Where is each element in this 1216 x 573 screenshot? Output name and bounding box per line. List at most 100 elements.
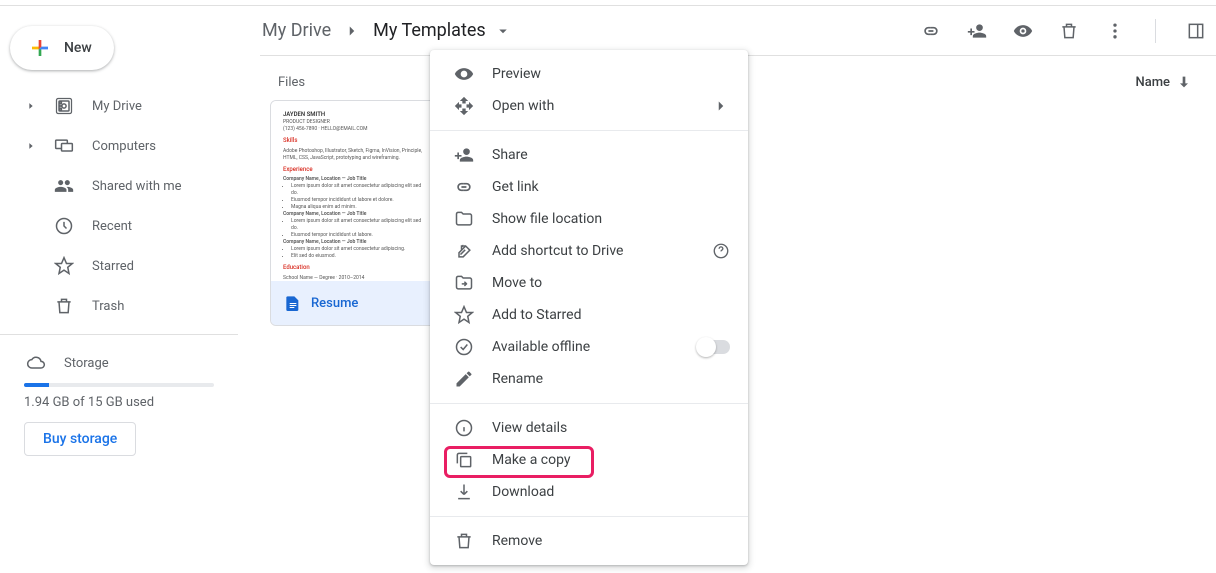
menu-label: Make a copy xyxy=(492,452,571,468)
menu-separator xyxy=(430,403,748,404)
divider xyxy=(0,334,238,335)
menu-label: Rename xyxy=(492,371,543,387)
menu-label: Show file location xyxy=(492,211,602,227)
sidebar-item-label: Computers xyxy=(92,139,156,154)
menu-label: Download xyxy=(492,484,554,500)
link-icon[interactable] xyxy=(921,21,941,41)
section-label: Files xyxy=(278,75,305,90)
sidebar-item-starred[interactable]: Starred xyxy=(0,246,238,286)
menu-label: Add shortcut to Drive xyxy=(492,243,623,259)
trash-icon xyxy=(454,531,474,551)
recent-icon xyxy=(54,216,74,236)
cloud-icon xyxy=(26,353,46,373)
preview-icon[interactable] xyxy=(1013,21,1033,41)
menu-label: Remove xyxy=(492,533,542,549)
file-footer: Resume xyxy=(271,281,439,325)
shortcut-icon xyxy=(454,241,474,261)
sidebar-item-shared[interactable]: Shared with me xyxy=(0,166,238,206)
info-icon xyxy=(454,418,474,438)
storage-bar xyxy=(24,383,214,387)
move-icon xyxy=(454,273,474,293)
menu-label: Share xyxy=(492,147,528,163)
person-add-icon[interactable] xyxy=(967,21,987,41)
menu-available-offline[interactable]: Available offline xyxy=(430,331,748,363)
open-with-icon xyxy=(454,96,474,116)
menu-label: Add to Starred xyxy=(492,307,581,323)
menu-label: Open with xyxy=(492,98,554,114)
breadcrumb-dropdown-icon[interactable] xyxy=(494,22,512,40)
link-icon xyxy=(454,177,474,197)
drive-icon xyxy=(54,96,74,116)
sort-label: Name xyxy=(1135,75,1170,90)
menu-rename[interactable]: Rename xyxy=(430,363,748,395)
menu-get-link[interactable]: Get link xyxy=(430,171,748,203)
sort-column[interactable]: Name xyxy=(1135,74,1192,90)
menu-move-to[interactable]: Move to xyxy=(430,267,748,299)
storage-used-text: 1.94 GB of 15 GB used xyxy=(0,395,238,410)
sidebar-item-label: My Drive xyxy=(92,99,142,114)
menu-separator xyxy=(430,516,748,517)
computers-icon xyxy=(54,136,74,156)
sidebar: New My Drive Computers Shared with me Re… xyxy=(0,6,238,573)
file-action-toolbar xyxy=(921,19,1206,43)
new-button-label: New xyxy=(64,40,92,56)
chevron-right-icon xyxy=(343,22,361,40)
breadcrumb-current[interactable]: My Templates xyxy=(371,16,488,45)
sidebar-item-my-drive[interactable]: My Drive xyxy=(0,86,238,126)
sidebar-item-recent[interactable]: Recent xyxy=(0,206,238,246)
menu-download[interactable]: Download xyxy=(430,476,748,508)
file-card-resume[interactable]: JAYDEN SMITH PRODUCT DESIGNER (123) 456-… xyxy=(270,100,440,326)
sidebar-item-label: Trash xyxy=(92,299,124,314)
menu-show-location[interactable]: Show file location xyxy=(430,203,748,235)
menu-add-shortcut[interactable]: Add shortcut to Drive xyxy=(430,235,748,267)
eye-icon xyxy=(454,64,474,84)
buy-storage-button[interactable]: Buy storage xyxy=(24,422,136,456)
toolbar-divider xyxy=(1155,19,1156,43)
sidebar-item-computers[interactable]: Computers xyxy=(0,126,238,166)
menu-open-with[interactable]: Open with xyxy=(430,90,748,122)
sidebar-item-label: Recent xyxy=(92,219,132,234)
menu-label: Available offline xyxy=(492,339,590,355)
sidebar-item-storage[interactable]: Storage xyxy=(0,343,238,383)
arrow-down-icon xyxy=(1176,74,1192,90)
menu-label: Get link xyxy=(492,179,539,195)
expand-icon[interactable] xyxy=(26,101,36,111)
shared-icon xyxy=(54,176,74,196)
download-icon xyxy=(454,482,474,502)
menu-separator xyxy=(430,130,748,131)
plus-icon xyxy=(28,36,52,60)
menu-preview[interactable]: Preview xyxy=(430,58,748,90)
sidebar-item-label: Starred xyxy=(92,259,134,274)
copy-icon xyxy=(454,450,474,470)
rename-icon xyxy=(454,369,474,389)
offline-toggle[interactable] xyxy=(698,340,730,354)
menu-label: Preview xyxy=(492,66,541,82)
breadcrumb-row: My Drive My Templates xyxy=(260,6,1216,56)
delete-icon[interactable] xyxy=(1059,21,1079,41)
new-button[interactable]: New xyxy=(10,26,114,70)
menu-view-details[interactable]: View details xyxy=(430,412,748,444)
storage-label: Storage xyxy=(64,356,109,371)
menu-add-starred[interactable]: Add to Starred xyxy=(430,299,748,331)
star-icon xyxy=(454,305,474,325)
more-icon[interactable] xyxy=(1105,21,1125,41)
menu-label: View details xyxy=(492,420,567,436)
star-icon xyxy=(54,256,74,276)
sidebar-item-label: Shared with me xyxy=(92,179,182,194)
details-panel-icon[interactable] xyxy=(1186,21,1206,41)
chevron-right-icon xyxy=(712,97,730,115)
menu-make-copy[interactable]: Make a copy xyxy=(430,444,748,476)
menu-share[interactable]: Share xyxy=(430,139,748,171)
menu-remove[interactable]: Remove xyxy=(430,525,748,557)
docs-icon xyxy=(285,295,301,311)
folder-icon xyxy=(454,209,474,229)
expand-icon[interactable] xyxy=(26,141,36,151)
file-name: Resume xyxy=(311,296,358,311)
offline-icon xyxy=(454,337,474,357)
context-menu: Preview Open with Share Get link Show fi… xyxy=(430,50,748,565)
trash-icon xyxy=(54,296,74,316)
file-thumbnail: JAYDEN SMITH PRODUCT DESIGNER (123) 456-… xyxy=(271,101,439,281)
sidebar-item-trash[interactable]: Trash xyxy=(0,286,238,326)
breadcrumb-root[interactable]: My Drive xyxy=(260,16,333,45)
help-icon[interactable] xyxy=(712,242,730,260)
